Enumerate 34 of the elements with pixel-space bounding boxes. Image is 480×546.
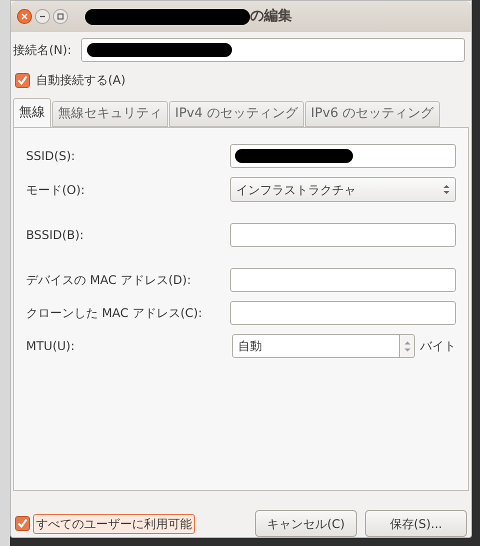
mode-dropdown[interactable]: インフラストラクチャ [230, 177, 456, 202]
field-label: クローンした MAC アドレス(C): [26, 305, 202, 322]
text-field[interactable] [230, 268, 456, 292]
field-label: MTU(U): [26, 338, 75, 355]
connection-name-label: 接続名(N): [13, 42, 72, 59]
connection-name-field[interactable] [81, 38, 465, 62]
tab[interactable]: IPv4 のセッティング [169, 101, 304, 127]
text-field[interactable] [230, 223, 456, 247]
checkbox[interactable] [15, 72, 30, 88]
tab[interactable]: 無線 [13, 98, 51, 127]
window-title: の編集 [250, 7, 292, 26]
field-label: モード(O): [26, 182, 85, 198]
close-button[interactable] [17, 9, 32, 24]
checkbox[interactable] [15, 516, 30, 531]
auto-connect-label: 自動接続する(A) [36, 72, 126, 89]
close-icon [21, 13, 28, 20]
minimize-button[interactable] [35, 9, 50, 24]
tab[interactable]: 無線セキュリティ [52, 101, 168, 127]
text-field[interactable] [230, 301, 456, 325]
field-label: デバイスの MAC アドレス(D): [26, 272, 192, 289]
all-users-label: すべてのユーザーに利用可能 [33, 514, 195, 534]
maximize-icon [57, 13, 64, 20]
unit-label: バイト [420, 338, 456, 355]
minimize-icon [39, 13, 46, 20]
spin-buttons[interactable] [400, 334, 415, 358]
updown-icon [443, 184, 450, 195]
tab[interactable]: IPv6 のセッティング [304, 101, 440, 127]
dialog-button[interactable]: キャンセル(C) [255, 510, 357, 537]
text-field[interactable] [230, 144, 456, 168]
mtu-spin-field[interactable]: 自動 [232, 334, 400, 358]
field-label: SSID(S): [26, 148, 76, 165]
dialog-button[interactable]: 保存(S)... [365, 510, 467, 537]
field-label: BSSID(B): [26, 227, 84, 244]
maximize-button[interactable] [53, 9, 68, 24]
